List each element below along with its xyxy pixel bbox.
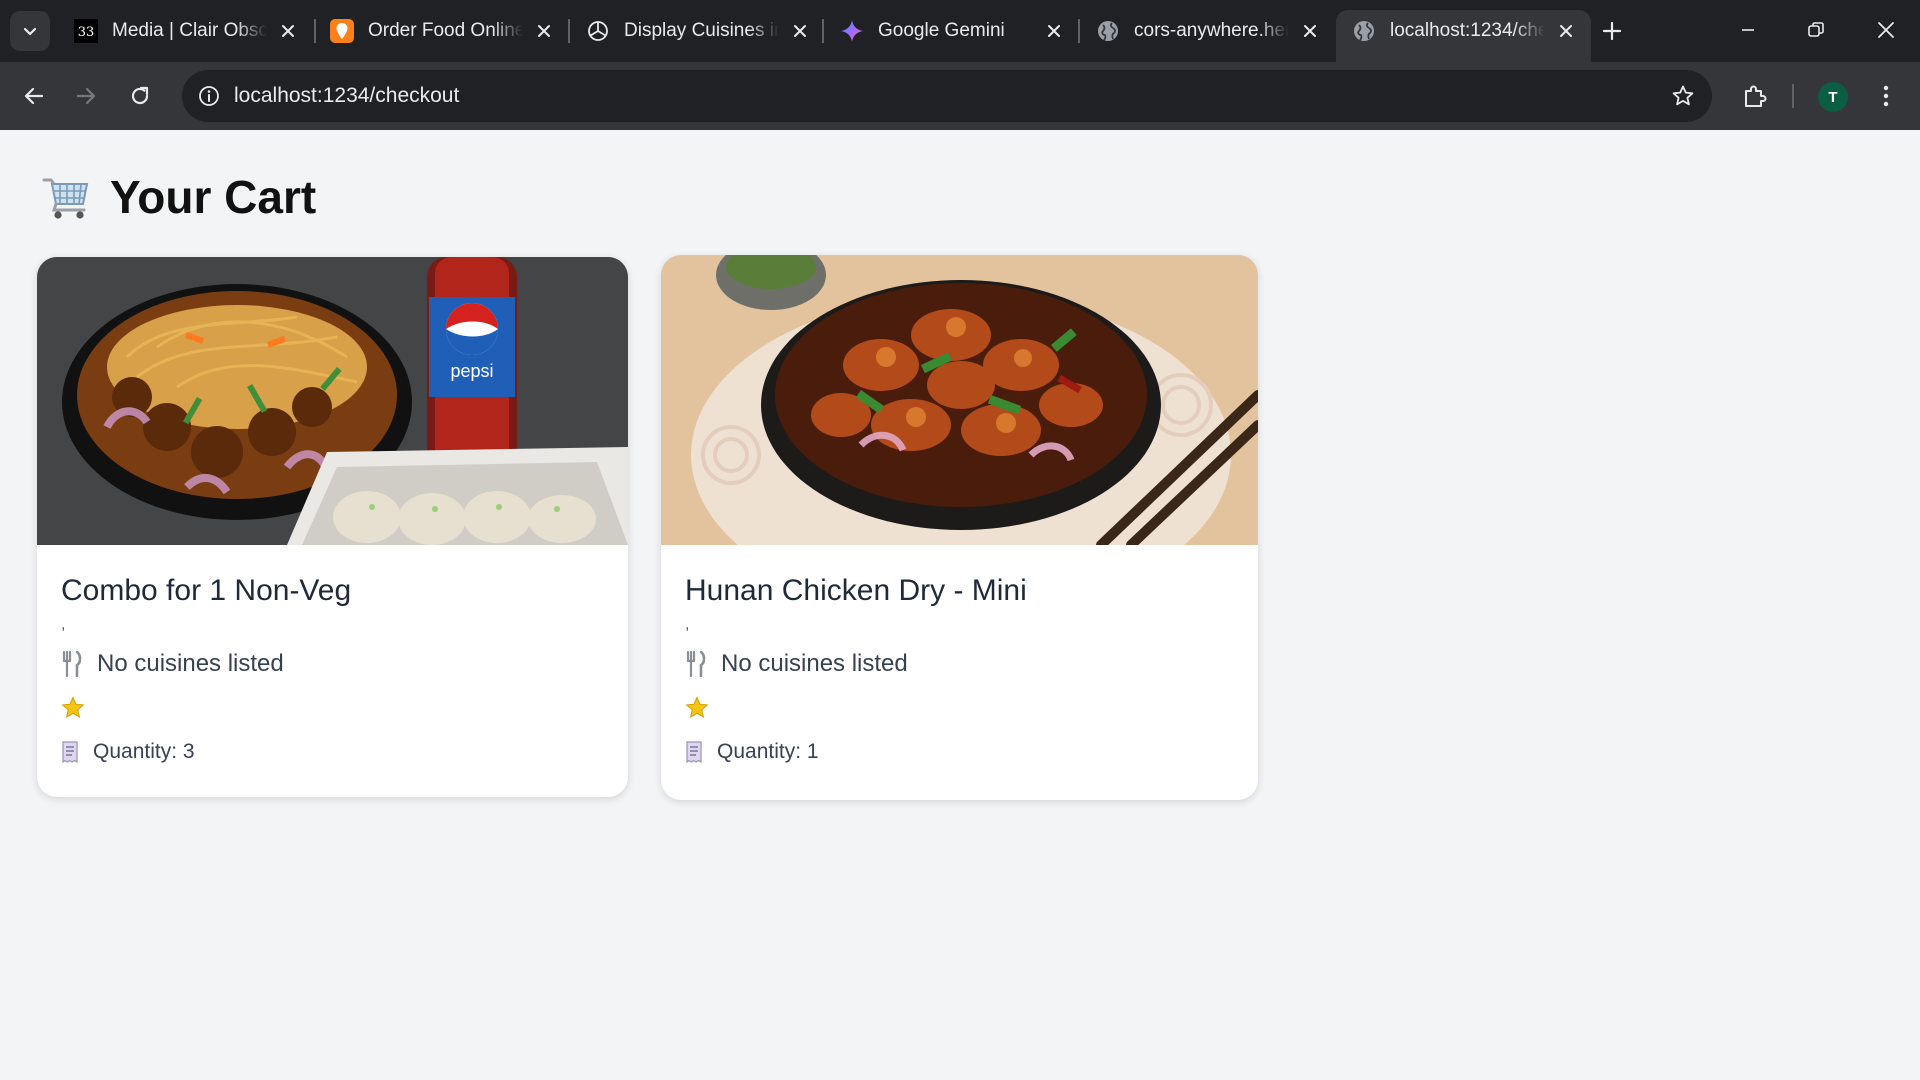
restore-button[interactable] (1782, 0, 1850, 60)
item-separator: , (61, 616, 66, 633)
item-separator: , (685, 616, 690, 633)
star-icon (685, 696, 709, 719)
browser-tab[interactable]: 33 Media | Clair Obscur (58, 10, 313, 52)
close-icon[interactable] (789, 20, 811, 42)
browser-tab[interactable]: cors-anywhere.herokuapp.com (1080, 10, 1335, 52)
reload-icon (131, 86, 149, 105)
forward-button[interactable] (64, 74, 108, 118)
plus-icon (1602, 21, 1622, 41)
noodles-manchurian-pepsi-momos-photo: pepsi (37, 257, 628, 545)
checkout-page: Your Cart pepsi Combo for 1 Non-Veg , No… (0, 130, 1920, 1076)
browser-tab-strip: 33 Media | Clair Obscur Order Food Onlin… (0, 0, 1920, 62)
quantity-line: Quantity: 3 (61, 737, 604, 767)
extensions-button[interactable] (1734, 76, 1774, 116)
svg-text:pepsi: pepsi (450, 361, 493, 381)
cuisine-line: No cuisines listed (685, 649, 1234, 679)
swiggy-icon (330, 19, 354, 43)
globe-icon (1096, 19, 1120, 43)
tab-title: localhost:1234/checkout (1390, 20, 1545, 41)
browser-tab[interactable]: Order Food Online (314, 10, 569, 52)
fork-knife-icon (62, 651, 82, 677)
tab-title: cors-anywhere.herokuapp.com (1134, 20, 1289, 41)
browser-tab-active[interactable]: localhost:1234/checkout (1336, 10, 1591, 62)
quantity-text: Quantity: 1 (717, 740, 819, 763)
close-icon[interactable] (1043, 20, 1065, 42)
close-icon[interactable] (1299, 20, 1321, 42)
tab-title: Display Cuisines in (624, 20, 779, 41)
receipt-icon (686, 741, 702, 763)
openai-icon (586, 19, 610, 43)
tab-title: Media | Clair Obscur (112, 20, 267, 41)
cart-item-card: pepsi Combo for 1 Non-Veg , No cuisines … (37, 257, 628, 797)
clair-obscur-33-icon: 33 (74, 19, 98, 43)
site-info-icon[interactable] (196, 83, 222, 109)
svg-text:33: 33 (78, 25, 95, 40)
tab-title: Order Food Online (368, 20, 523, 41)
arrow-right-icon (76, 87, 96, 105)
kebab-menu-icon (1883, 85, 1889, 107)
restore-icon (1808, 22, 1824, 37)
close-icon[interactable] (1555, 20, 1577, 42)
toolbar-divider (1792, 84, 1794, 108)
cart-item-card: Hunan Chicken Dry - Mini , No cuisines l… (661, 255, 1258, 800)
star-icon (61, 696, 85, 719)
browser-toolbar: localhost:1234/checkout T (0, 62, 1920, 130)
item-name: Combo for 1 Non-Veg (61, 574, 352, 607)
reload-button[interactable] (118, 74, 162, 118)
browser-menu-button[interactable] (1868, 76, 1904, 116)
profile-avatar[interactable]: T (1818, 82, 1848, 112)
browser-tab[interactable]: Google Gemini (824, 10, 1079, 52)
shopping-cart-icon (42, 178, 89, 219)
quantity-line: Quantity: 1 (685, 737, 1234, 767)
fork-knife-icon (686, 651, 706, 677)
cart-item-details: Hunan Chicken Dry - Mini , No cuisines l… (661, 545, 1258, 767)
chevron-down-icon (23, 27, 37, 36)
receipt-icon (62, 741, 78, 763)
gemini-icon (840, 19, 864, 43)
address-bar[interactable]: localhost:1234/checkout (182, 70, 1712, 122)
new-tab-button[interactable] (1592, 14, 1632, 48)
globe-icon (1352, 19, 1376, 43)
page-title: Your Cart (42, 170, 316, 224)
tab-search-button[interactable] (10, 11, 50, 51)
close-icon (1878, 22, 1894, 38)
quantity-text: Quantity: 3 (93, 740, 195, 763)
url-text[interactable]: localhost:1234/checkout (234, 83, 459, 109)
cuisine-text: No cuisines listed (97, 650, 284, 677)
arrow-left-icon (24, 87, 44, 105)
minimize-icon (1742, 29, 1754, 31)
close-icon[interactable] (533, 20, 555, 42)
bookmark-star-icon[interactable] (1668, 81, 1698, 111)
page-title-text: Your Cart (110, 171, 317, 223)
browser-tab[interactable]: Display Cuisines in (570, 10, 825, 52)
cuisine-line: No cuisines listed (61, 649, 604, 679)
minimize-button[interactable] (1714, 0, 1782, 60)
item-name: Hunan Chicken Dry - Mini (685, 574, 1027, 607)
rating (61, 693, 604, 723)
cart-item-details: Combo for 1 Non-Veg , No cuisines listed… (37, 545, 628, 767)
hunan-chicken-bowl-photo (661, 255, 1258, 545)
close-window-button[interactable] (1852, 0, 1920, 60)
puzzle-icon (1745, 85, 1767, 107)
cuisine-text: No cuisines listed (721, 650, 908, 677)
back-button[interactable] (12, 74, 56, 118)
tab-title: Google Gemini (878, 20, 1005, 41)
rating (685, 693, 1234, 723)
close-icon[interactable] (277, 20, 299, 42)
